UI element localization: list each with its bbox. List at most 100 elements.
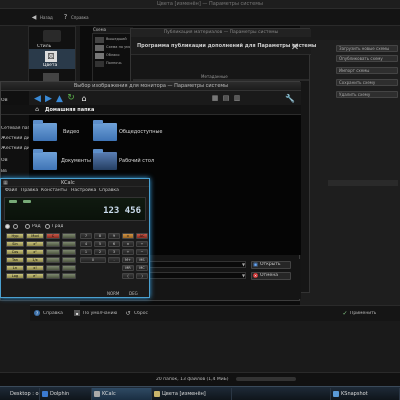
menu-constants[interactable]: Константы [41, 188, 67, 193]
places-item[interactable]: ОВ [1, 98, 8, 103]
calc-key[interactable] [46, 241, 60, 247]
filter-field[interactable] [141, 272, 246, 279]
calc-key[interactable]: 1 [80, 249, 92, 255]
defaults-button[interactable]: По умолчанию [83, 311, 117, 316]
calc-key[interactable]: 8 [94, 233, 106, 239]
calc-key[interactable] [46, 273, 60, 279]
menu-edit[interactable]: Правка [21, 188, 38, 193]
grad2-radio[interactable] [45, 224, 50, 229]
calc-key[interactable] [62, 265, 76, 271]
menu-help[interactable]: Справка [99, 188, 119, 193]
help-button[interactable]: Справка [43, 311, 63, 316]
list-item[interactable]: Вышедший [106, 37, 127, 41]
calc-key[interactable]: ÷ [136, 241, 148, 247]
calc-key[interactable]: 6 [108, 241, 120, 247]
apply-button[interactable]: Применить [350, 311, 376, 316]
import-scheme-button[interactable]: Импорт схемы [336, 67, 398, 74]
calc-key[interactable]: 0 [80, 257, 106, 263]
help-label[interactable]: Справка [71, 15, 89, 20]
calc-key[interactable]: + [122, 249, 134, 255]
calc-key[interactable]: 9 [108, 233, 120, 239]
calc-key[interactable]: 3 [108, 249, 120, 255]
calc-key[interactable]: ) [136, 273, 148, 279]
calc-key[interactable]: Ln [6, 265, 24, 271]
calc-key[interactable]: Sin [6, 241, 24, 247]
calc-key[interactable]: . [108, 257, 120, 263]
calc-key[interactable]: MC [136, 265, 148, 271]
detail-view-icon[interactable]: ▥ [233, 94, 241, 102]
menu-settings[interactable]: Настройка [71, 188, 96, 193]
chevron-down-icon[interactable]: ▼ [241, 273, 246, 278]
list-item[interactable]: Полночь [106, 61, 122, 65]
calc-key[interactable]: MR [122, 265, 134, 271]
crumb-home-icon[interactable]: ⌂ [34, 106, 40, 113]
calc-key[interactable] [46, 265, 60, 271]
calc-key[interactable]: 4 [80, 241, 92, 247]
task-colors[interactable]: Цвета [изменён] [152, 388, 232, 400]
back-label[interactable]: Назад [40, 15, 53, 20]
places-item[interactable]: Вв [1, 169, 7, 174]
calc-key[interactable]: M+ [122, 257, 134, 263]
grad-radio[interactable] [13, 224, 18, 229]
calc-key[interactable]: 5 [94, 241, 106, 247]
list-item[interactable]: Облако [106, 53, 120, 57]
calc-key[interactable]: xʸ [26, 249, 44, 255]
task-desktop[interactable]: Desktop : o [0, 388, 40, 400]
tab-scheme[interactable]: Схема [93, 27, 133, 33]
grid-view-icon[interactable]: ▦ [211, 94, 219, 102]
calc-key[interactable] [62, 257, 76, 263]
forward-arrow-icon[interactable]: ▶ [44, 94, 53, 104]
remove-scheme-button[interactable]: Удалить схему [336, 91, 398, 98]
home-icon[interactable]: ⌂ [79, 93, 89, 103]
reload-icon[interactable]: ↻ [66, 93, 76, 103]
places-item[interactable]: ОВ [1, 158, 8, 163]
calc-key[interactable] [46, 249, 60, 255]
zoom-slider[interactable] [236, 377, 296, 381]
up-arrow-icon[interactable]: ▲ [55, 94, 64, 104]
calc-key[interactable]: Log [6, 273, 24, 279]
calc-key[interactable] [62, 233, 76, 239]
calc-key[interactable]: C [46, 233, 60, 239]
calc-icon[interactable]: ▦ [3, 180, 8, 186]
calc-key[interactable]: Hyp [6, 233, 24, 239]
calc-key[interactable]: × [122, 241, 134, 247]
calc-key[interactable]: MS [136, 257, 148, 263]
publish-scheme-button[interactable]: Опубликовать схему [336, 55, 398, 62]
calc-key[interactable] [62, 249, 76, 255]
calc-key[interactable]: Tan [6, 257, 24, 263]
filename-field[interactable] [141, 261, 246, 268]
back-arrow-icon[interactable]: ◀ [33, 94, 42, 104]
calc-key[interactable]: ( [122, 273, 134, 279]
sidebar-item-selected[interactable]: ⚄ Цвета [29, 49, 75, 69]
task-dolphin[interactable]: Dolphin [40, 388, 92, 400]
task-ksnapshot[interactable]: KSnapshot [330, 388, 400, 400]
calc-key[interactable]: 1/x [26, 257, 44, 263]
calc-key[interactable]: 7 [80, 233, 92, 239]
deg-radio[interactable] [5, 224, 10, 229]
calc-key[interactable]: AC [136, 233, 148, 239]
calc-key[interactable]: x² [26, 241, 44, 247]
save-scheme-button[interactable]: Сохранить схему [336, 79, 398, 86]
calc-key[interactable]: x! [26, 265, 44, 271]
calc-key[interactable] [46, 257, 60, 263]
breadcrumb-bar: ⌂ Домашняя папка [1, 105, 301, 115]
list-view-icon[interactable]: ▤ [222, 94, 230, 102]
calc-key[interactable]: eˣ [26, 273, 44, 279]
chevron-down-icon[interactable]: ▼ [241, 262, 246, 267]
task-kcalc[interactable]: KCalc [92, 388, 152, 400]
back-icon[interactable]: ◀ [31, 13, 37, 21]
calc-key[interactable]: Cos [6, 249, 24, 255]
calc-key[interactable] [62, 241, 76, 247]
calc-key[interactable]: 2 [94, 249, 106, 255]
help-icon[interactable]: ? [62, 13, 69, 21]
calc-key[interactable]: Mod [26, 233, 44, 239]
reset-button[interactable]: Сброс [134, 311, 148, 316]
load-schemes-button[interactable]: Загрузить новые схемы [336, 45, 398, 52]
rad-radio[interactable] [25, 224, 30, 229]
calc-key[interactable] [62, 273, 76, 279]
calc-key[interactable]: ± [122, 233, 134, 239]
menu-file[interactable]: Файл [5, 188, 17, 193]
calc-key[interactable]: − [136, 249, 148, 255]
breadcrumb[interactable]: Домашняя папка [45, 107, 94, 113]
wrench-icon[interactable]: 🔧 [285, 93, 295, 103]
